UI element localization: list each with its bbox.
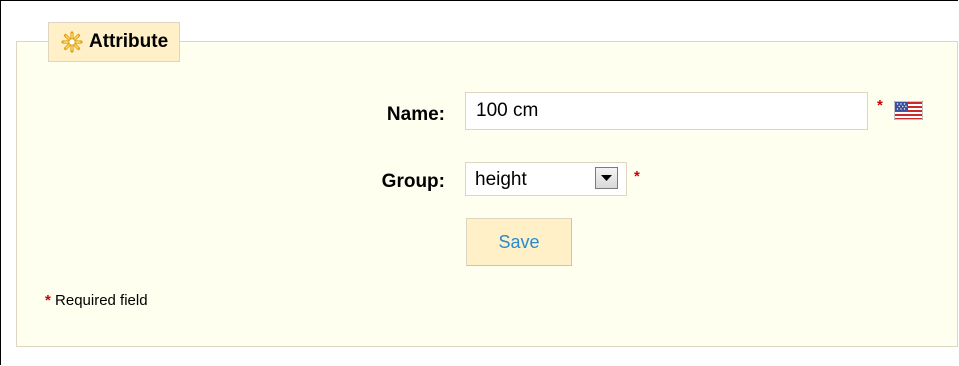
required-note-text: Required field xyxy=(55,292,148,309)
group-select-value: height xyxy=(475,169,527,190)
save-button[interactable]: Save xyxy=(466,218,572,266)
chevron-down-icon[interactable] xyxy=(595,167,618,189)
name-label: Name: xyxy=(386,104,445,125)
name-input[interactable]: 100 cm xyxy=(465,92,868,130)
required-field-note: * Required field xyxy=(45,292,148,309)
group-required-marker: * xyxy=(634,168,640,185)
group-label: Group: xyxy=(381,171,445,192)
us-flag-icon[interactable] xyxy=(893,100,924,121)
legend-title: Attribute xyxy=(89,31,169,52)
name-required-marker: * xyxy=(877,97,883,114)
asterisk-gear-icon xyxy=(61,31,83,53)
fieldset-legend: Attribute xyxy=(48,22,181,62)
required-note-marker: * xyxy=(45,292,51,309)
group-select[interactable]: height xyxy=(465,162,627,196)
